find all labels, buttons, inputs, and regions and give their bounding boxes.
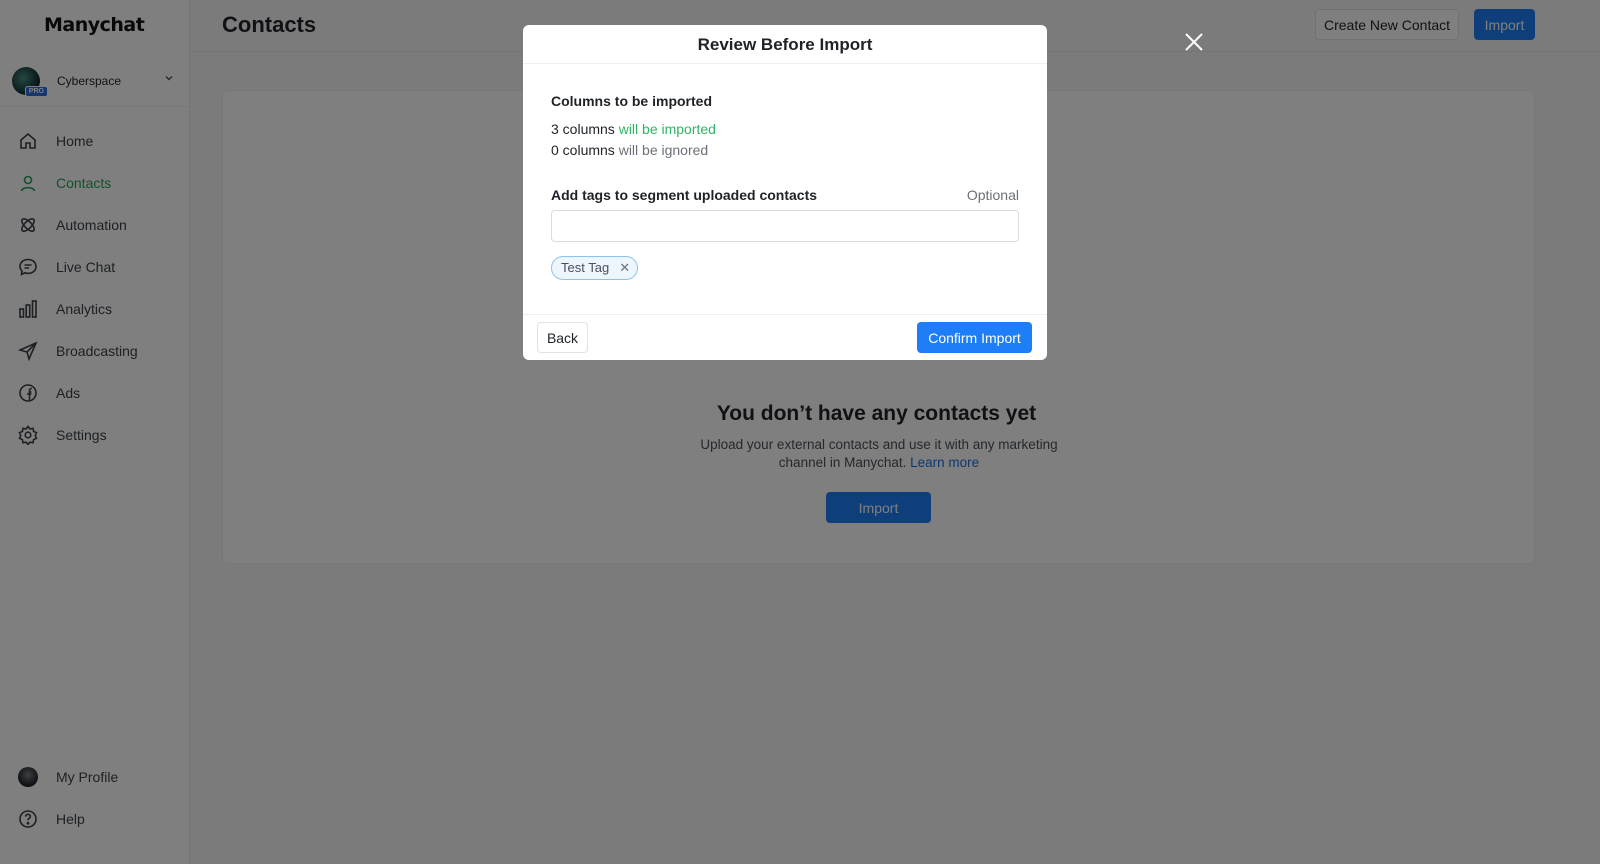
columns-section-title: Columns to be imported (551, 93, 712, 109)
tag-input[interactable] (551, 210, 1019, 242)
ignored-count: 0 columns (551, 142, 615, 158)
ignored-columns-line: 0 columns will be ignored (551, 142, 708, 158)
tags-section-title: Add tags to segment uploaded contacts (551, 187, 818, 203)
modal-title: Review Before Import (697, 35, 873, 54)
modal-divider (523, 63, 1047, 64)
remove-tag-icon[interactable]: ✕ (619, 257, 630, 279)
imported-status: will be imported (618, 121, 716, 137)
modal-footer-divider (523, 314, 1047, 315)
confirm-import-button[interactable]: Confirm Import (917, 322, 1032, 353)
ignored-status: will be ignored (618, 142, 709, 158)
review-import-modal: Review Before Import Columns to be impor… (523, 25, 1047, 360)
imported-count: 3 columns (551, 121, 615, 137)
tag-chip: Test Tag ✕ (551, 256, 639, 280)
back-button[interactable]: Back (537, 322, 588, 353)
imported-columns-line: 3 columns will be imported (551, 121, 716, 137)
optional-label: Optional (966, 187, 1019, 203)
tag-chip-label: Test Tag (561, 260, 610, 275)
close-icon[interactable] (1182, 30, 1206, 54)
